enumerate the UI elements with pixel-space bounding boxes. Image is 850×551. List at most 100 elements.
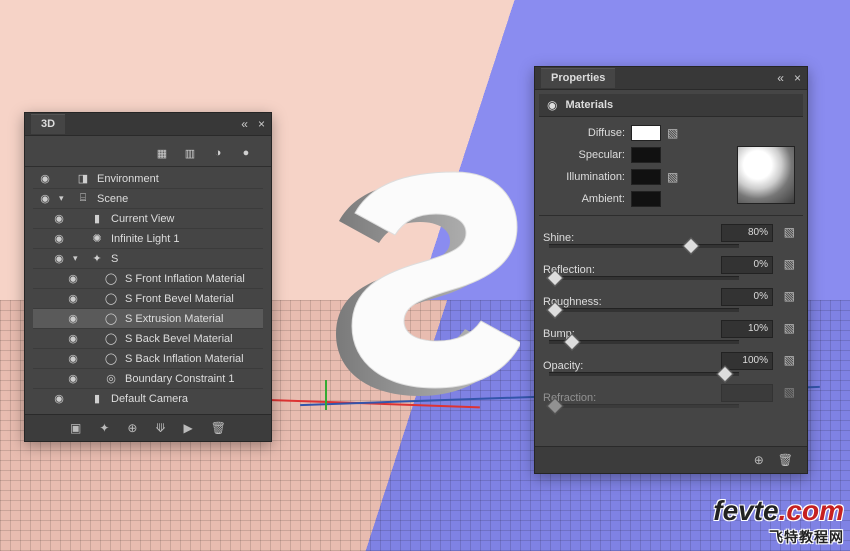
material-preview[interactable]	[737, 146, 795, 204]
panel-3d-body: ▦ ▥ ◑ ● ◉ ◨ Environment ◉ ▾ ⌸ Scene ◉▮Current V…	[25, 136, 271, 416]
render-icon[interactable]: ▶	[184, 421, 193, 435]
tree-item-label: Infinite Light 1	[111, 233, 180, 245]
slider-track[interactable]	[549, 404, 739, 408]
panel-close-icon[interactable]: ×	[794, 71, 801, 85]
tree-item-s-extrusion-material[interactable]: ◉ ◯ S Extrusion Material	[33, 308, 263, 328]
tree-item-label: S	[111, 253, 118, 265]
slider-row-opacity: Opacity: 100% ▧	[543, 350, 799, 382]
texture-folder-icon[interactable]: ▧	[784, 321, 795, 335]
scene-icon: ⌸	[75, 192, 91, 205]
bake-icon[interactable]: ⟱	[155, 421, 165, 435]
swatch-label: Ambient:	[543, 193, 631, 205]
slider-track[interactable]	[549, 372, 739, 376]
filter-scene-icon[interactable]: ▦	[155, 146, 169, 160]
material-icon: ◯	[103, 292, 119, 305]
slider-value-input[interactable]: 0%	[721, 288, 773, 306]
material-icon: ◯	[103, 332, 119, 345]
visibility-toggle[interactable]: ◉	[37, 192, 53, 205]
filter-material-icon[interactable]: ◑	[211, 146, 225, 160]
slider-label: Bump:	[543, 328, 625, 340]
visibility-toggle[interactable]: ◉	[51, 212, 67, 225]
slider-track[interactable]	[549, 276, 739, 280]
panel-collapse-icon[interactable]: «	[777, 71, 784, 85]
visibility-toggle[interactable]: ◉	[37, 172, 53, 185]
color-swatch[interactable]	[631, 191, 661, 207]
tree-item-label: S Front Inflation Material	[125, 273, 245, 285]
tree-item-environment[interactable]: ◉ ◨ Environment	[33, 169, 263, 188]
color-swatch[interactable]	[631, 169, 661, 185]
tree-item-default-camera[interactable]: ◉▮Default Camera	[33, 388, 263, 408]
swatch-label: Diffuse:	[543, 127, 631, 139]
slider-knob[interactable]	[683, 238, 700, 255]
disclosure-icon[interactable]: ▾	[59, 193, 69, 204]
color-swatch[interactable]	[631, 125, 661, 141]
texture-folder-icon[interactable]: ▧	[784, 289, 795, 303]
scene-tree: ◉◨Environment◉▾⌸Scene◉▮Current View◉✺Inf…	[33, 169, 263, 408]
swatch-label: Specular:	[543, 149, 631, 161]
disclosure-icon[interactable]: ▾	[73, 253, 83, 264]
slider-value-input[interactable]: 0%	[721, 256, 773, 274]
visibility-toggle[interactable]: ◉	[51, 392, 67, 405]
tab-3d[interactable]: 3D	[31, 114, 65, 134]
tree-item-current-view[interactable]: ◉▮Current View	[33, 208, 263, 228]
axis-y[interactable]	[325, 380, 327, 410]
visibility-toggle[interactable]: ◉	[65, 292, 81, 305]
visibility-toggle[interactable]: ◉	[65, 272, 81, 285]
filter-toolbar: ▦ ▥ ◑ ●	[33, 142, 263, 166]
color-swatch[interactable]	[631, 147, 661, 163]
tree-item-label: Boundary Constraint 1	[125, 373, 234, 385]
new-layer-icon[interactable]: ▣	[70, 421, 81, 435]
texture-folder-icon[interactable]: ▧	[667, 170, 678, 184]
panel-close-icon[interactable]: ×	[258, 117, 265, 131]
visibility-toggle[interactable]: ◉	[65, 372, 81, 385]
light-icon: ✺	[89, 232, 105, 245]
panel-collapse-icon[interactable]: «	[241, 117, 248, 131]
filter-mesh-icon[interactable]: ▥	[183, 146, 197, 160]
material-icon: ◯	[103, 312, 119, 325]
panel-properties: Properties « × ◉ Materials Diffuse:▧Spec…	[534, 66, 808, 474]
visibility-toggle[interactable]: ◉	[51, 232, 67, 245]
properties-section-title: Materials	[565, 99, 613, 111]
texture-folder-icon[interactable]: ▧	[667, 126, 678, 140]
texture-folder-icon[interactable]: ▧	[784, 257, 795, 271]
tree-item-s-back-bevel-material[interactable]: ◉◯S Back Bevel Material	[33, 328, 263, 348]
visibility-toggle[interactable]: ◉	[65, 352, 81, 365]
new-material-icon[interactable]: ⊕	[754, 453, 764, 467]
mesh-icon: ✦	[89, 252, 105, 265]
tree-item-label: S Back Inflation Material	[125, 353, 244, 365]
visibility-toggle[interactable]: ◉	[65, 332, 81, 345]
env-icon: ◨	[75, 172, 91, 185]
slider-value-input[interactable]: 100%	[721, 352, 773, 370]
tree-item-s-front-inflation-material[interactable]: ◉◯S Front Inflation Material	[33, 268, 263, 288]
trash-icon[interactable]: 🗑	[778, 453, 793, 467]
tree-item-label: Environment	[97, 173, 159, 185]
visibility-toggle[interactable]: ◉	[51, 252, 67, 265]
tree-item-boundary-constraint-1[interactable]: ◉◎Boundary Constraint 1	[33, 368, 263, 388]
tree-item-s-back-inflation-material[interactable]: ◉◯S Back Inflation Material	[33, 348, 263, 368]
slider-value-input[interactable]	[721, 384, 773, 402]
texture-folder-icon[interactable]: ▧	[784, 385, 795, 399]
tree-item-s[interactable]: ◉ ▾ ✦ S	[33, 248, 263, 268]
trash-icon[interactable]: 🗑	[211, 421, 226, 435]
slider-track[interactable]	[549, 308, 739, 312]
slider-track[interactable]	[549, 244, 739, 248]
slider-label: Opacity:	[543, 360, 625, 372]
tab-properties[interactable]: Properties	[541, 68, 615, 88]
slider-value-input[interactable]: 10%	[721, 320, 773, 338]
texture-folder-icon[interactable]: ▧	[784, 353, 795, 367]
tree-item-s-front-bevel-material[interactable]: ◉◯S Front Bevel Material	[33, 288, 263, 308]
tree-item-label: Default Camera	[111, 393, 188, 405]
slider-row-bump: Bump: 10% ▧	[543, 318, 799, 350]
slider-value-input[interactable]: 80%	[721, 224, 773, 242]
canvas-stage: 3D « × ▦ ▥ ◑ ● ◉ ◨ Environment ◉ ▾ ⌸ Scene ◉▮Cu…	[0, 0, 850, 551]
visibility-toggle[interactable]: ◉	[65, 312, 81, 325]
texture-folder-icon[interactable]: ▧	[784, 225, 795, 239]
new-light-icon[interactable]: ✦	[99, 421, 109, 435]
tree-item-label: Scene	[97, 193, 128, 205]
watermark: fevte.com 飞特教程网	[713, 495, 844, 547]
tree-item-scene[interactable]: ◉ ▾ ⌸ Scene	[33, 188, 263, 208]
add-object-icon[interactable]: ⊕	[127, 421, 137, 435]
filter-light-icon[interactable]: ●	[239, 146, 253, 160]
tree-item-label: S Extrusion Material	[125, 313, 223, 325]
tree-item-infinite-light-1[interactable]: ◉ ✺ Infinite Light 1	[33, 228, 263, 248]
